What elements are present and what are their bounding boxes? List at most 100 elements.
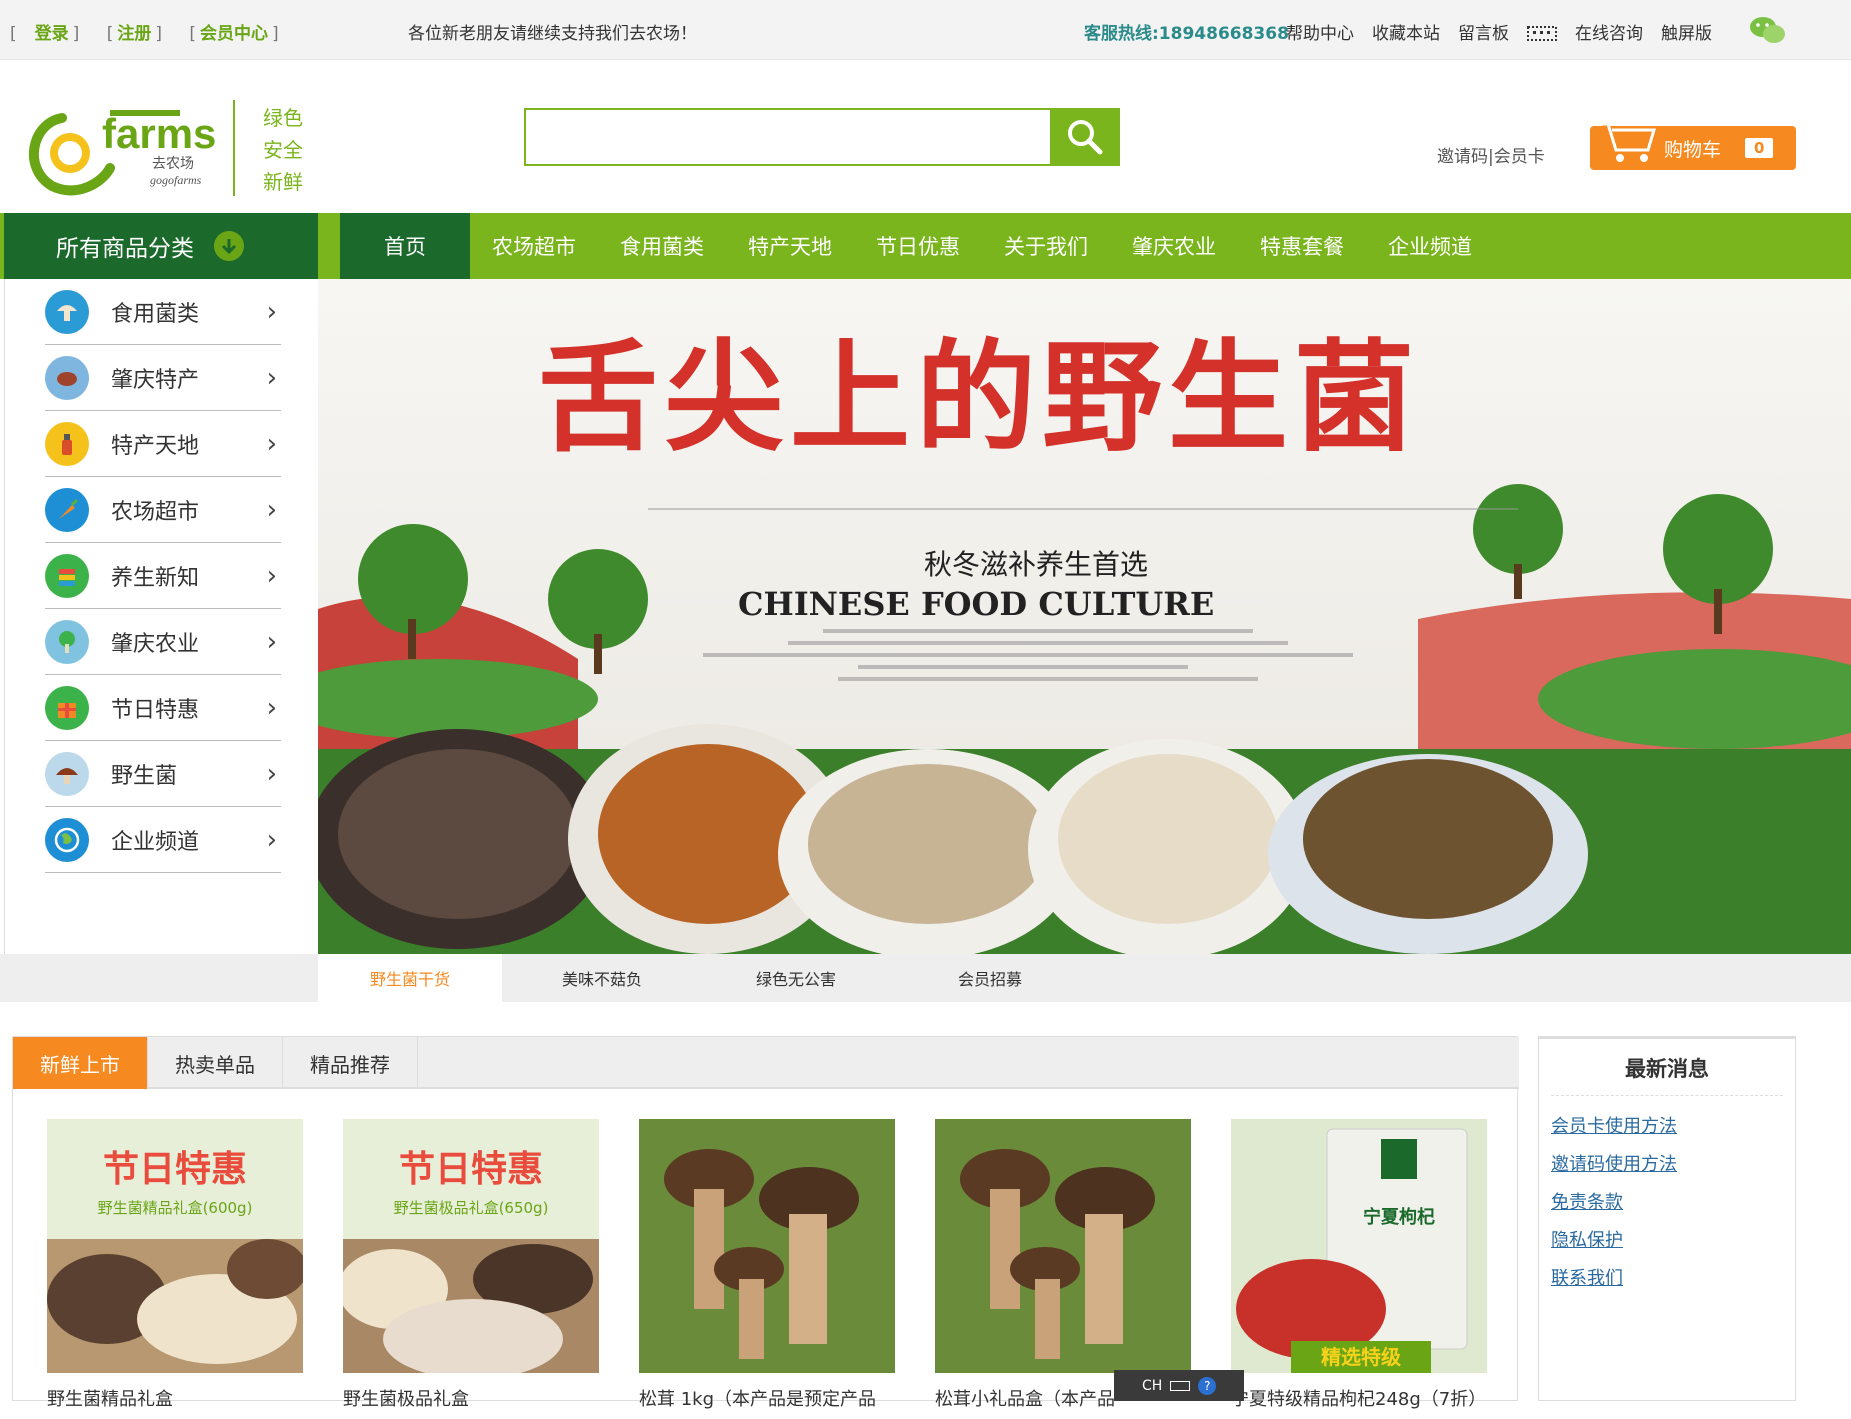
product-tag: 节日特惠 [399,1149,543,1190]
arrow-down-icon [214,231,244,261]
bracket: [ [106,24,114,44]
slogan-fresh: 新鲜 [263,169,303,194]
banner-tab-wild-dried[interactable]: 野生菌干货 [318,954,502,1002]
tab-new-arrivals[interactable]: 新鲜上市 [13,1037,148,1089]
bottle-icon [45,421,89,466]
news-title: 最新消息 [1551,1053,1783,1096]
product-name[interactable]: 宁夏特级精品枸杞248g（7折） [1231,1385,1487,1411]
sidebar-item-label: 野生菌 [111,763,178,789]
nav-holiday-deals[interactable]: 节日优惠 [854,213,982,279]
sidebar-item-zhaoqing-specialty[interactable]: 肇庆特产 › [45,345,281,411]
product-subtag: 精选特级 [1321,1345,1401,1369]
cart-button[interactable]: 购物车 0 [1590,122,1796,170]
chevron-right-icon: › [266,428,277,459]
help-center-link[interactable]: 帮助中心 [1286,19,1354,44]
sidebar-item-enterprise[interactable]: 企业频道 › [45,807,281,873]
nav-enterprise[interactable]: 企业频道 [1366,213,1494,279]
hotline: 客服热线:18948668368 [1084,24,1289,44]
login-link[interactable]: 登录 [35,24,69,44]
ime-language[interactable]: CH [1142,1378,1162,1394]
carrot-icon [45,487,89,532]
product-image[interactable]: 宁夏枸杞 精选特级 [1231,1119,1487,1373]
product-subtag: 野生菌极品礼盒(650g) [394,1199,549,1217]
product-image[interactable]: 节日特惠 野生菌精品礼盒(600g) [47,1119,303,1373]
site-logo[interactable]: farms 去农场 gogofarms [22,98,222,198]
wechat-icon[interactable] [1748,14,1788,46]
chat-icon[interactable] [1527,19,1557,44]
message-board-link[interactable]: 留言板 [1458,19,1509,44]
product-card[interactable]: 节日特惠 野生菌精品礼盒(600g) 野生菌精品礼盒 [47,1119,303,1419]
chevron-right-icon: › [266,296,277,327]
slogan-safe: 安全 [263,137,303,162]
product-card[interactable]: 节日特惠 野生菌极品礼盒(650g) 野生菌极品礼盒 [343,1119,599,1419]
nav-about-us[interactable]: 关于我们 [982,213,1110,279]
product-card[interactable]: 松茸 1kg（本产品是预定产品 [639,1119,895,1419]
product-image[interactable]: 节日特惠 野生菌极品礼盒(650g) [343,1119,599,1373]
mushroom-icon [45,289,89,334]
bracket: [ [189,24,197,44]
header: farms 去农场 gogofarms 绿色 安全 新鲜 邀请码|会员卡 购物车… [0,60,1851,213]
nav-farm-market[interactable]: 农场超市 [470,213,598,279]
bookmark-link[interactable]: 收藏本站 [1372,19,1440,44]
banner-tabs: 野生菌干货 美味不菇负 绿色无公害 会员招募 [0,954,1851,1002]
gift-icon [45,685,89,730]
tab-hot-items[interactable]: 热卖单品 [148,1037,283,1089]
banner-subtitle: 秋冬滋补养生首选 [924,548,1148,581]
online-consult-link[interactable]: 在线咨询 [1575,19,1643,44]
nav-specialties[interactable]: 特产天地 [726,213,854,279]
sidebar-item-holiday-deals[interactable]: 节日特惠 › [45,675,281,741]
member-center-link[interactable]: 会员中心 [200,24,268,44]
news-item-invite-code[interactable]: 邀请码使用方法 [1551,1150,1795,1188]
all-categories-label: 所有商品分类 [56,236,194,262]
search-input[interactable] [526,110,1050,164]
chevron-right-icon: › [266,692,277,723]
cart-count: 0 [1745,138,1774,158]
cart-label: 购物车 [1664,138,1722,161]
product-card[interactable]: 宁夏枸杞 精选特级 宁夏特级精品枸杞248g（7折） [1231,1119,1487,1419]
product-image[interactable] [639,1119,895,1373]
keyboard-icon[interactable] [1170,1380,1191,1391]
bracket: [ [10,24,17,44]
banner-tab-delicious[interactable]: 美味不菇负 [510,954,694,1002]
banner-tab-green[interactable]: 绿色无公害 [704,954,888,1002]
all-categories[interactable]: 所有商品分类 [4,213,318,279]
sidebar-item-label: 养生新知 [111,565,200,591]
category-sidebar: 食用菌类 › 肇庆特产 › 特产天地 › 农场超市 › 养生新知 › 肇庆农业 … [4,279,318,954]
news-item-contact[interactable]: 联系我们 [1551,1264,1795,1302]
help-icon[interactable]: ? [1198,1376,1217,1395]
sidebar-item-specialty-world[interactable]: 特产天地 › [45,411,281,477]
news-item-member-card[interactable]: 会员卡使用方法 [1551,1112,1795,1150]
mobile-version-link[interactable]: 触屏版 [1661,19,1712,44]
nav-home[interactable]: 首页 [340,213,470,279]
sidebar-item-farm-market[interactable]: 农场超市 › [45,477,281,543]
product-name[interactable]: 松茸 1kg（本产品是预定产品 [639,1385,895,1411]
nav-zhaoqing-agri[interactable]: 肇庆农业 [1110,213,1238,279]
product-name[interactable]: 野生菌极品礼盒 [343,1385,599,1411]
chevron-right-icon: › [266,626,277,657]
sidebar-item-mushrooms[interactable]: 食用菌类 › [45,279,281,345]
product-tag: 节日特惠 [103,1149,247,1190]
product-panel: 新鲜上市 热卖单品 精品推荐 节日特惠 野生菌精品礼盒(600g) 野生菌精品礼… [12,1036,1519,1410]
bracket: ] [155,24,162,44]
product-name[interactable]: 野生菌精品礼盒 [47,1385,303,1411]
news-item-privacy[interactable]: 隐私保护 [1551,1226,1795,1264]
banner-headline: 舌尖上的野生菌 [538,327,1420,468]
product-image[interactable] [935,1119,1191,1373]
hero-banner[interactable]: 舌尖上的野生菌 秋冬滋补养生首选 CHINESE FOOD CULTURE [318,279,1851,954]
register-link[interactable]: 注册 [117,24,151,44]
nav-mushrooms[interactable]: 食用菌类 [598,213,726,279]
sidebar-item-zhaoqing-agriculture[interactable]: 肇庆农业 › [45,609,281,675]
svg-text:去农场: 去农场 [152,155,194,171]
tab-recommended[interactable]: 精品推荐 [283,1037,418,1089]
ime-toolbar[interactable]: CH ? [1114,1370,1244,1401]
news-item-disclaimer[interactable]: 免责条款 [1551,1188,1795,1226]
search-button[interactable] [1050,108,1120,166]
sidebar-item-health-knowledge[interactable]: 养生新知 › [45,543,281,609]
chevron-right-icon: › [266,758,277,789]
sidebar-item-label: 节日特惠 [111,697,200,723]
sidebar-item-wild-mushroom[interactable]: 野生菌 › [45,741,281,807]
nav-special-packages[interactable]: 特惠套餐 [1238,213,1366,279]
invite-member-link[interactable]: 邀请码|会员卡 [1437,142,1545,167]
banner-tab-recruit[interactable]: 会员招募 [898,954,1082,1002]
sidebar-item-label: 特产天地 [111,433,200,459]
